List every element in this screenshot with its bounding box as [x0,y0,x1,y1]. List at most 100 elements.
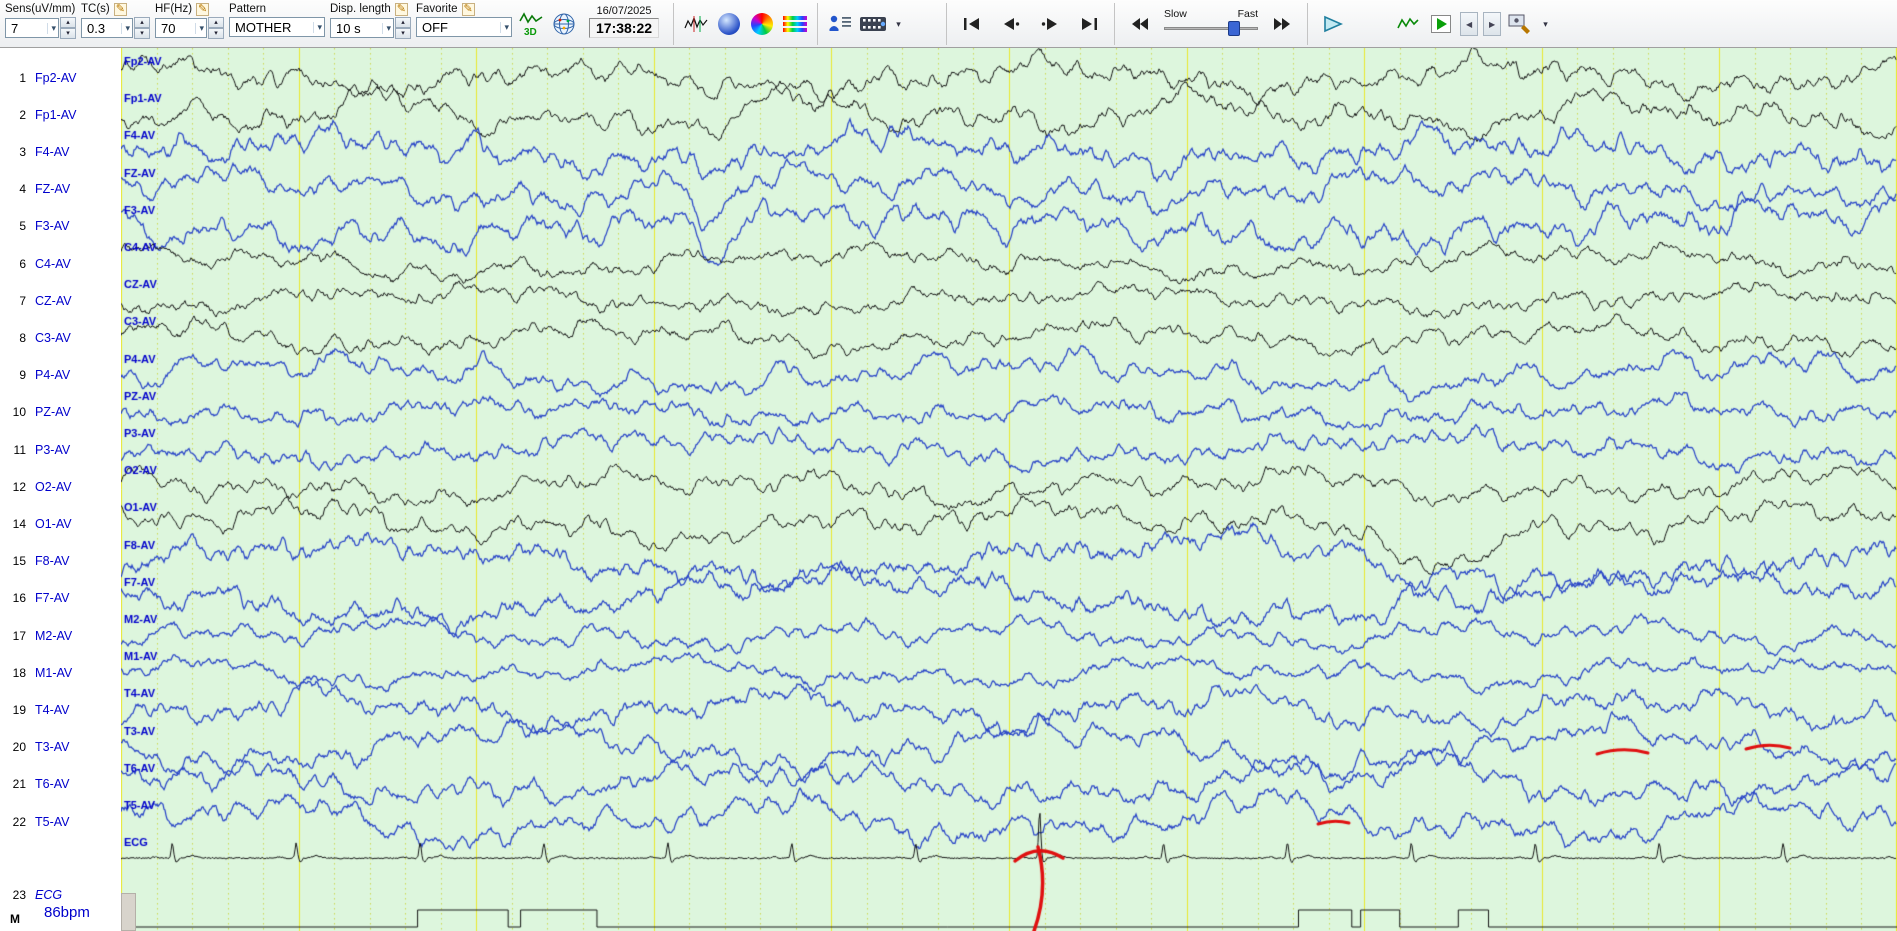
sens-combo[interactable]: 7 ▾ [5,18,59,38]
channel-number: 23 [12,887,26,902]
skip-last-button[interactable] [1072,11,1106,37]
sens-spin-up-icon[interactable]: ▴ [60,17,76,28]
speed-slider: Slow Fast [1162,8,1260,37]
channel-label: C4-AV [35,256,71,271]
step-back-icon [1004,18,1020,30]
disp-length-label: Disp. length [330,3,391,15]
fast-forward-button[interactable] [1265,11,1299,37]
speed-slow-label: Slow [1164,8,1187,20]
disp-length-caret-icon: ▾ [382,22,391,34]
speed-slider-track[interactable] [1162,21,1260,37]
rewind-button[interactable] [1123,11,1157,37]
channel-label: T5-AV [35,814,70,829]
page-back-icon: ◀ [1465,19,1473,29]
channel-label: T6-AV [35,777,70,792]
tc-edit-icon[interactable]: ✎ [113,2,127,16]
tc-spin-up-icon[interactable]: ▴ [134,17,150,28]
channel-number: 18 [12,665,26,680]
toolbar-separator [817,3,819,45]
sens-caret-icon: ▾ [47,22,56,34]
channel-number: 4 [19,182,26,197]
channel-row: 21 T6-AV [0,776,70,793]
disp-length-combo[interactable]: 10 s ▾ [330,18,394,38]
head-map-icon[interactable] [715,8,743,40]
channel-number: 11 [13,442,26,457]
disp-length-spinner[interactable]: ▴ ▾ [395,17,411,39]
channel-label: F3-AV [35,219,70,234]
color-map-icon[interactable] [748,8,776,40]
globe-grid-icon[interactable] [550,8,578,40]
channel-number: 17 [12,628,26,643]
channel-number: 5 [19,219,26,234]
sens-spinner[interactable]: ▴ ▾ [60,17,76,39]
hf-spinner[interactable]: ▴ ▾ [208,17,224,39]
sens-label: Sens(uV/mm) [5,3,76,15]
channel-label: P4-AV [35,368,71,383]
channel-number: 14 [12,516,26,531]
page-next-button[interactable]: ▶ [1483,12,1502,36]
step-forward-icon [1041,18,1058,30]
speed-slider-handle[interactable] [1228,21,1241,36]
disp-length-value: 10 s [336,20,361,36]
skip-first-icon [964,18,980,30]
patient-info-icon[interactable] [826,8,854,40]
channel-number: 19 [12,702,26,717]
disp-length-edit-icon[interactable]: ✎ [394,2,408,16]
skip-first-button[interactable] [955,11,989,37]
favorite-caret-icon: ▾ [500,21,509,33]
scrollbar-corner[interactable] [121,893,136,931]
hf-combo[interactable]: 70 ▾ [155,18,207,38]
channel-row: 7 CZ-AV [0,292,71,309]
channel-row: 5 F3-AV [0,218,70,235]
step-back-button[interactable] [994,11,1028,37]
speed-fast-label: Fast [1237,8,1259,20]
step-forward-button[interactable] [1033,11,1067,37]
disp-length-control: Disp. length ✎ 10 s ▾ ▴ ▾ [330,1,411,39]
channel-label: O2-AV [35,479,72,494]
hf-spin-down-icon[interactable]: ▾ [208,28,224,39]
wave-3d-icon[interactable]: 3D [517,8,545,40]
channel-row: 6 C4-AV [0,255,71,272]
channel-row: 4 FZ-AV [0,181,70,198]
channel-number: 21 [12,777,26,792]
favorite-edit-icon[interactable]: ✎ [461,2,475,16]
media-dropdown-icon[interactable]: ▾ [892,12,905,36]
setup-dropdown-icon[interactable]: ▾ [1539,12,1552,36]
favorite-label: Favorite [416,3,458,15]
channel-row: 15 F8-AV [0,553,70,570]
setup-icon[interactable] [1506,8,1534,40]
marker-channel-label: M [10,912,20,926]
mini-trend-icon[interactable] [1394,8,1422,40]
channel-label: M2-AV [35,628,73,643]
channel-label: FZ-AV [35,182,71,197]
hf-edit-icon[interactable]: ✎ [196,2,210,16]
channel-row: 19 T4-AV [0,701,70,718]
tc-spin-down-icon[interactable]: ▾ [134,28,150,39]
disp-length-spin-down-icon[interactable]: ▾ [395,28,411,39]
hf-spin-up-icon[interactable]: ▴ [208,17,224,28]
channel-number: 7 [19,293,26,308]
sens-spin-down-icon[interactable]: ▾ [60,28,76,39]
pattern-combo[interactable]: MOTHER ▾ [229,17,325,37]
play-button[interactable] [1316,11,1350,37]
datetime-display: 16/07/2025 17:38:22 [589,5,660,38]
tc-spinner[interactable]: ▴ ▾ [134,17,150,39]
favorite-control: Favorite ✎ OFF ▾ [416,1,512,37]
pattern-value: MOTHER [235,19,292,35]
video-icon[interactable] [859,8,887,40]
disp-length-spin-up-icon[interactable]: ▴ [395,17,411,28]
hf-label: HF(Hz) [155,3,193,15]
channel-number: 8 [19,330,26,345]
channel-label: T3-AV [35,740,70,755]
auto-play-icon[interactable] [1427,8,1455,40]
channel-row: 14 O1-AV [0,515,72,532]
channel-row: 2 Fp1-AV [0,106,76,123]
spectral-map-icon[interactable] [781,8,809,40]
channel-number: 15 [12,554,26,569]
tc-combo[interactable]: 0.3 ▾ [81,18,133,38]
channel-number: 1 [19,70,26,85]
eeg-trace-area[interactable] [121,48,1897,931]
page-back-button[interactable]: ◀ [1460,12,1479,36]
trend-wave-icon[interactable] [682,8,710,40]
favorite-combo[interactable]: OFF ▾ [416,17,512,37]
